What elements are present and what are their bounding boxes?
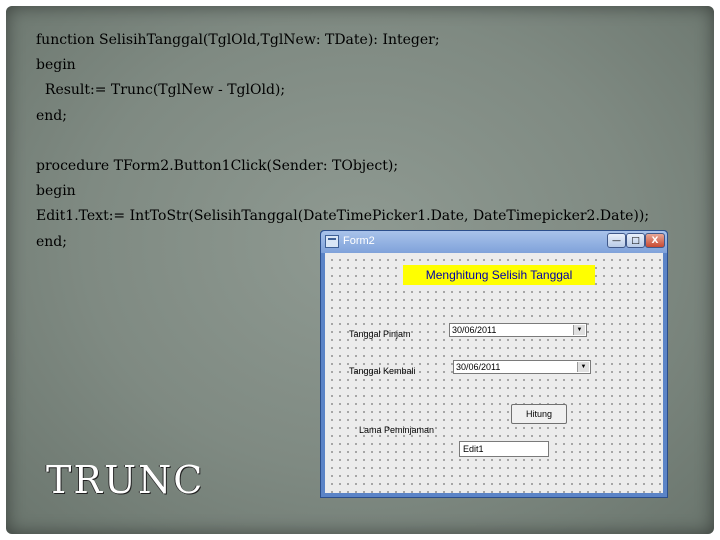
date-picker-pinjam-value: 30/06/2011: [452, 325, 497, 335]
code-line: function SelisihTanggal(TglOld,TglNew: T…: [36, 32, 440, 48]
hitung-button[interactable]: Hitung: [511, 404, 567, 424]
minimize-button[interactable]: —: [607, 233, 626, 248]
code-line: begin: [36, 183, 76, 200]
code-line: begin: [36, 57, 76, 74]
code-line: procedure TForm2.Button1Click(Sender: TO…: [36, 157, 399, 174]
form-window: Form2 — □ X Menghitung Selisih Tanggal T…: [320, 230, 668, 498]
code-line: Edit1.Text:= IntToStr(SelisihTanggal(Dat…: [36, 208, 650, 225]
dropdown-arrow-icon[interactable]: ▼: [573, 325, 585, 335]
form-header-label: Menghitung Selisih Tanggal: [403, 265, 595, 285]
date-picker-kembali-value: 30/06/2011: [456, 362, 501, 372]
close-button[interactable]: X: [645, 233, 665, 248]
label-tanggal-pinjam: Tanggal Pinjam: [349, 329, 411, 339]
date-picker-pinjam[interactable]: 30/06/2011 ▼: [449, 323, 587, 337]
app-icon: [325, 235, 339, 248]
maximize-button[interactable]: □: [626, 233, 645, 248]
result-edit-field[interactable]: Edit1: [459, 441, 549, 457]
window-title: Form2: [343, 235, 375, 247]
label-tanggal-kembali: Tanggal Kembali: [349, 366, 416, 376]
code-line: Result:= Trunc(TglNew - TglOld);: [36, 82, 286, 99]
window-titlebar[interactable]: Form2 — □ X: [321, 231, 667, 253]
code-line: end;: [36, 107, 67, 124]
slide-title: TRUNC: [46, 458, 205, 502]
dropdown-arrow-icon[interactable]: ▼: [577, 362, 589, 372]
code-block: function SelisihTanggal(TglOld,TglNew: T…: [36, 28, 649, 255]
label-lama-peminjaman: Lama Peminjaman: [359, 425, 435, 435]
date-picker-kembali[interactable]: 30/06/2011 ▼: [453, 360, 591, 374]
form-client-area: Menghitung Selisih Tanggal Tanggal Pinja…: [325, 253, 663, 493]
